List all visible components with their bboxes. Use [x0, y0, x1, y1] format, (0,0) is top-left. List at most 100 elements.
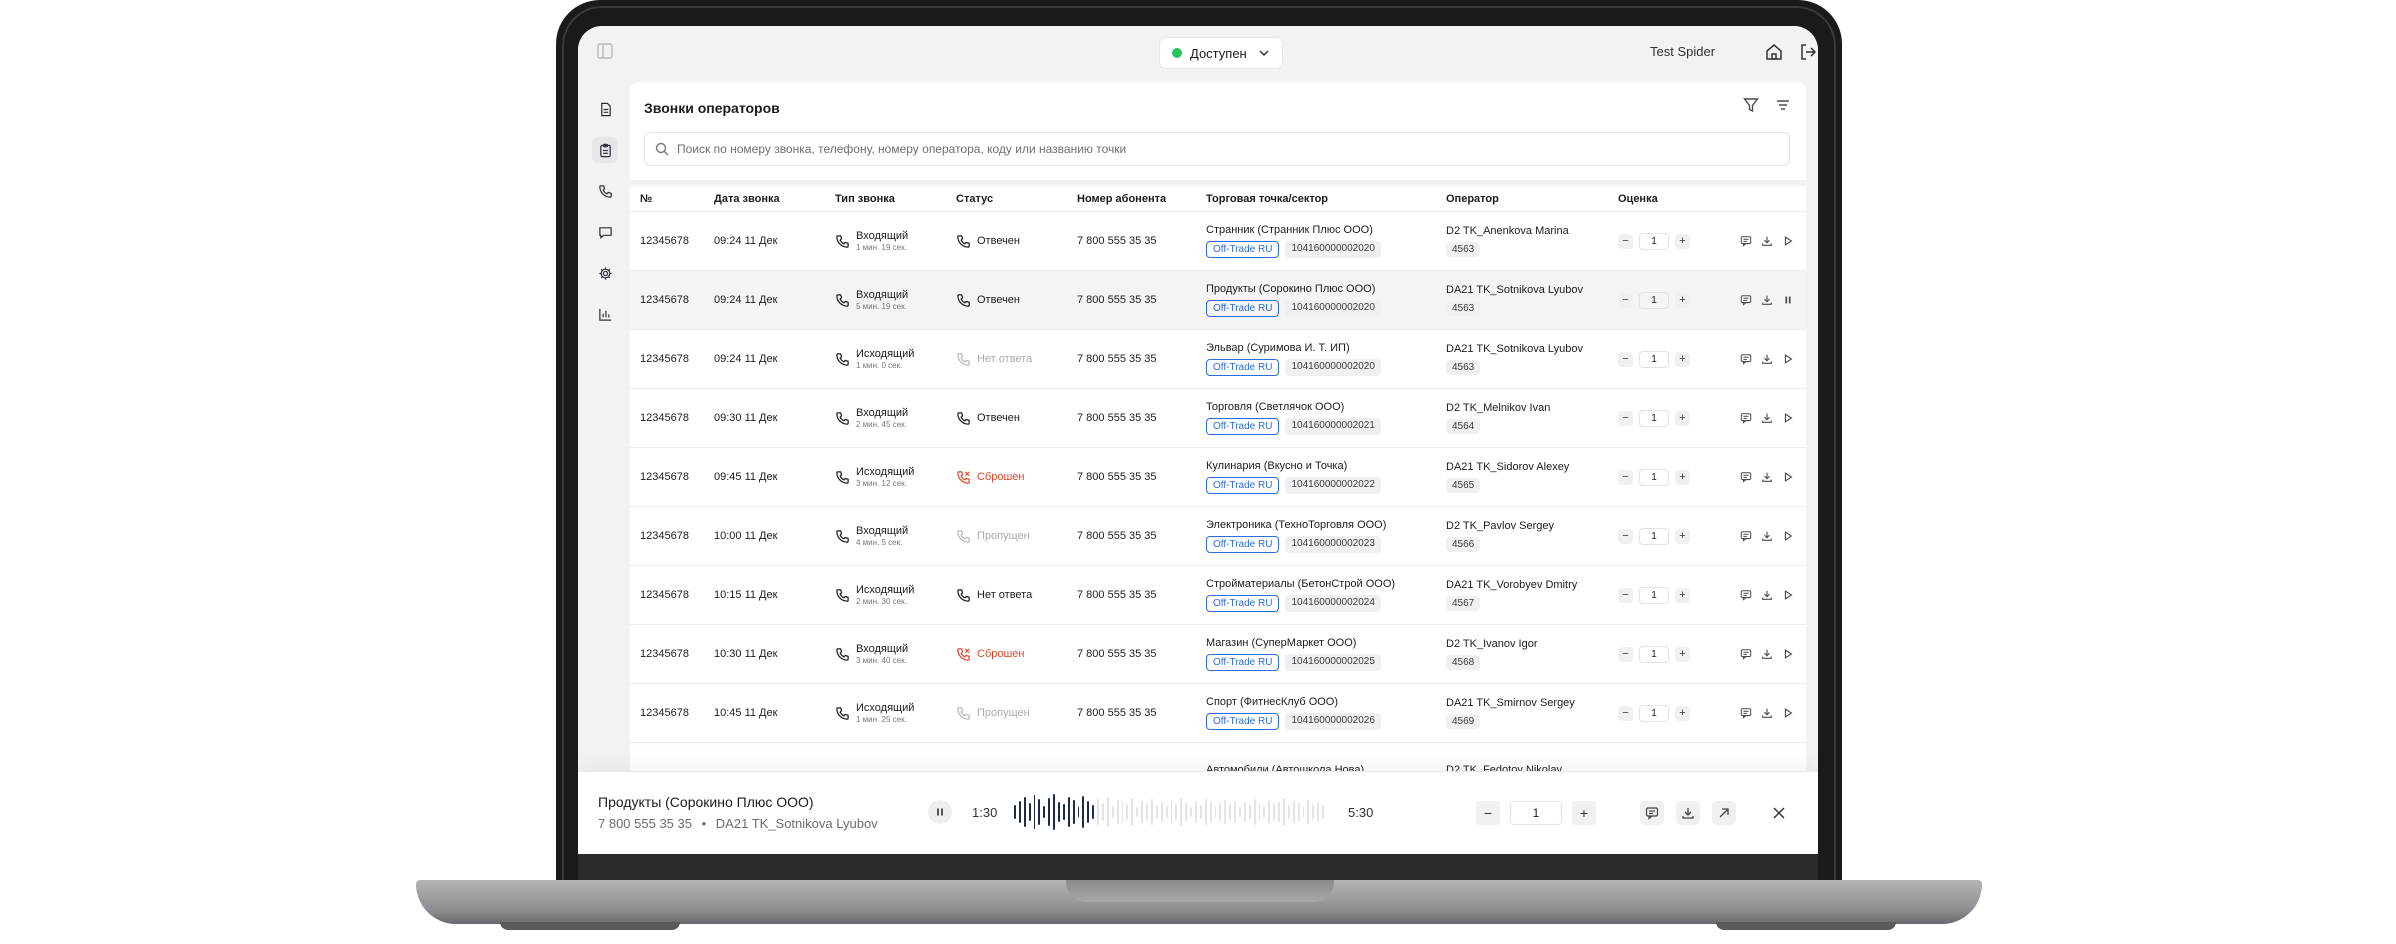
download-icon[interactable]	[1761, 707, 1773, 719]
availability-select[interactable]: Доступен	[1160, 38, 1282, 68]
rating-increment-button[interactable]: +	[1675, 410, 1690, 426]
download-icon[interactable]	[1761, 412, 1773, 424]
rating-decrement-button[interactable]: −	[1618, 646, 1633, 662]
rating-value[interactable]: 1	[1639, 350, 1669, 368]
nav-item-reports[interactable]	[592, 301, 618, 327]
download-icon[interactable]	[1761, 471, 1773, 483]
rating-increment-button[interactable]: +	[1675, 469, 1690, 485]
user-name: Test Spider	[1650, 44, 1716, 59]
rating-increment-button[interactable]: +	[1675, 233, 1690, 249]
logout-icon[interactable]	[1798, 42, 1818, 62]
download-icon[interactable]	[1761, 353, 1773, 365]
rating-increment-button[interactable]: +	[1675, 646, 1690, 662]
comment-icon[interactable]	[1740, 235, 1752, 247]
sector-tag: Off-Trade RU	[1206, 654, 1280, 671]
comment-icon[interactable]	[1740, 471, 1752, 483]
play-icon[interactable]	[1782, 235, 1794, 247]
topbar: Доступен Test Spider	[578, 26, 1818, 78]
table-row[interactable]: 12345678 09:24 11 Дек Входящий 5 мин. 19 …	[630, 271, 1806, 330]
play-icon[interactable]	[1782, 471, 1794, 483]
comment-icon[interactable]	[1740, 294, 1752, 306]
table-row[interactable]: 12345678 10:30 11 Дек Входящий 3 мин. 40 …	[630, 625, 1806, 684]
filter-icon[interactable]	[1742, 96, 1760, 114]
download-icon[interactable]	[1761, 589, 1773, 601]
table-row[interactable]: 12345678 09:30 11 Дек Входящий 2 мин. 45 …	[630, 389, 1806, 448]
pause-button[interactable]	[928, 800, 952, 824]
rating-value[interactable]: 1	[1639, 586, 1669, 604]
player-rating-value[interactable]: 1	[1510, 801, 1562, 825]
rating-decrement-button[interactable]: −	[1618, 528, 1633, 544]
table-row[interactable]: 12345678 09:45 11 Дек Исходящий 3 мин. 12…	[630, 448, 1806, 507]
rating-value[interactable]: 1	[1639, 409, 1669, 427]
col-header-phone[interactable]: Номер абонента	[1077, 193, 1206, 205]
nav-item-documents[interactable]	[592, 96, 618, 122]
rating-value[interactable]: 1	[1639, 232, 1669, 250]
play-icon[interactable]	[1782, 589, 1794, 601]
rating-value[interactable]: 1	[1639, 468, 1669, 486]
waveform-bar	[1102, 803, 1104, 821]
play-icon[interactable]	[1782, 530, 1794, 542]
rating-value[interactable]: 1	[1639, 527, 1669, 545]
table-row[interactable]: 12345678 09:24 11 Дек Исходящий 1 мин. 0 …	[630, 330, 1806, 389]
rating-decrement-button[interactable]: −	[1618, 705, 1633, 721]
download-icon[interactable]	[1761, 648, 1773, 660]
home-icon[interactable]	[1764, 42, 1784, 62]
comment-icon[interactable]	[1740, 589, 1752, 601]
table-row[interactable]: 12345678 10:45 11 Дек Исходящий 1 мин. 25…	[630, 684, 1806, 743]
comment-icon[interactable]	[1740, 353, 1752, 365]
cell-rating: − 1 +	[1618, 291, 1722, 309]
table-row[interactable]: 12345678 09:24 11 Дек Входящий 1 мин. 19 …	[630, 212, 1806, 271]
rating-value[interactable]: 1	[1639, 645, 1669, 663]
comment-icon[interactable]	[1740, 648, 1752, 660]
play-icon[interactable]	[1782, 707, 1794, 719]
download-icon[interactable]	[1761, 294, 1773, 306]
close-icon[interactable]	[1770, 804, 1788, 822]
rating-increment-button[interactable]: +	[1675, 587, 1690, 603]
col-header-type[interactable]: Тип звонка	[835, 193, 956, 205]
nav-item-calls-journal[interactable]	[592, 137, 618, 163]
player-download-button[interactable]	[1676, 801, 1700, 825]
play-icon[interactable]	[1782, 648, 1794, 660]
rating-decrement-button[interactable]: −	[1618, 351, 1633, 367]
search-input[interactable]	[677, 142, 1779, 156]
comment-icon[interactable]	[1740, 412, 1752, 424]
table-row[interactable]: 12345678 10:15 11 Дек Исходящий 2 мин. 30…	[630, 566, 1806, 625]
rating-decrement-button[interactable]: −	[1618, 469, 1633, 485]
download-icon[interactable]	[1761, 235, 1773, 247]
player-rating-decrement[interactable]: −	[1476, 801, 1500, 825]
search-field[interactable]	[644, 132, 1790, 166]
sidebar-toggle-icon[interactable]	[596, 42, 614, 60]
sort-icon[interactable]	[1774, 96, 1792, 114]
comment-icon	[1645, 807, 1659, 820]
rating-increment-button[interactable]: +	[1675, 292, 1690, 308]
col-header-status[interactable]: Статус	[956, 193, 1077, 205]
nav-item-chat[interactable]	[592, 219, 618, 245]
play-icon[interactable]	[1782, 353, 1794, 365]
rating-increment-button[interactable]: +	[1675, 705, 1690, 721]
player-open-button[interactable]	[1712, 801, 1736, 825]
col-header-number[interactable]: №	[630, 193, 714, 205]
rating-value[interactable]: 1	[1639, 704, 1669, 722]
player-rating-increment[interactable]: +	[1572, 801, 1596, 825]
rating-decrement-button[interactable]: −	[1618, 233, 1633, 249]
col-header-date[interactable]: Дата звонка	[714, 193, 835, 205]
rating-increment-button[interactable]: +	[1675, 351, 1690, 367]
col-header-point[interactable]: Торговая точка/сектор	[1206, 193, 1446, 205]
rating-decrement-button[interactable]: −	[1618, 410, 1633, 426]
col-header-operator[interactable]: Оператор	[1446, 193, 1618, 205]
rating-increment-button[interactable]: +	[1675, 528, 1690, 544]
rating-decrement-button[interactable]: −	[1618, 292, 1633, 308]
player-comment-button[interactable]	[1640, 801, 1664, 825]
comment-icon[interactable]	[1740, 530, 1752, 542]
comment-icon[interactable]	[1740, 707, 1752, 719]
pause-icon[interactable]	[1782, 294, 1794, 306]
nav-item-settings[interactable]	[592, 260, 618, 286]
rating-decrement-button[interactable]: −	[1618, 587, 1633, 603]
rating-value[interactable]: 1	[1639, 291, 1669, 309]
download-icon[interactable]	[1761, 530, 1773, 542]
table-row[interactable]: 12345678 10:00 11 Дек Входящий 4 мин. 5 с…	[630, 507, 1806, 566]
col-header-rating[interactable]: Оценка	[1618, 193, 1722, 205]
waveform[interactable]	[1014, 794, 1324, 830]
play-icon[interactable]	[1782, 412, 1794, 424]
nav-item-calls[interactable]	[592, 178, 618, 204]
